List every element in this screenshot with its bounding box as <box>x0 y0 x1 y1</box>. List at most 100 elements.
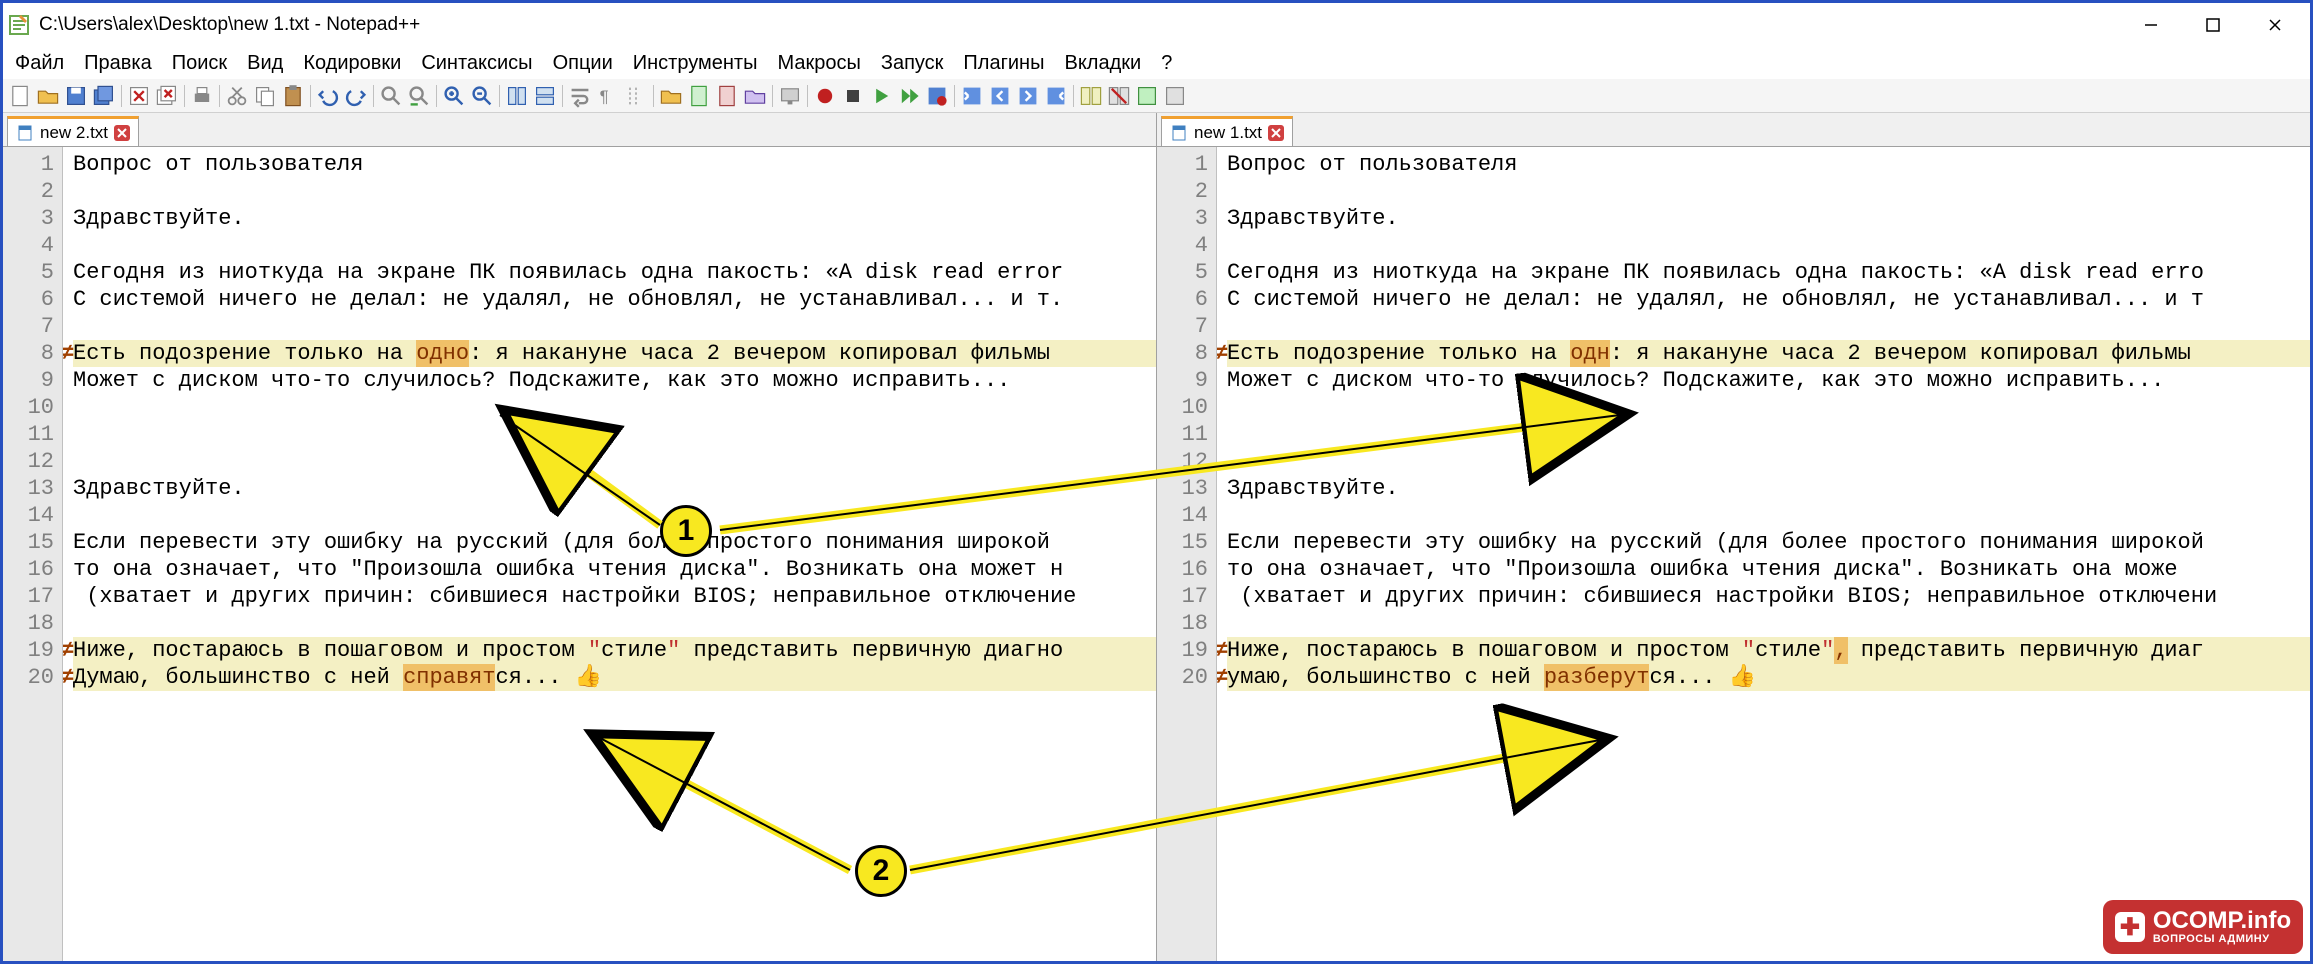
menu-search[interactable]: Поиск <box>164 50 235 77</box>
doc-map-button[interactable] <box>686 83 712 109</box>
menu-macro[interactable]: Макросы <box>769 50 868 77</box>
print-button[interactable] <box>189 83 215 109</box>
code-line[interactable]: ≠Есть подозрение только на одн: я накану… <box>1227 340 2310 367</box>
editor-right[interactable]: 1234567891011121314151617181920 Вопрос о… <box>1157 147 2310 961</box>
sync-h-button[interactable] <box>532 83 558 109</box>
menu-encoding[interactable]: Кодировки <box>295 50 409 77</box>
close-file-button[interactable] <box>126 83 152 109</box>
compare-button[interactable] <box>1078 83 1104 109</box>
wordwrap-button[interactable] <box>567 83 593 109</box>
compare-last-button[interactable] <box>1043 83 1069 109</box>
code-line[interactable]: Вопрос от пользователя <box>1227 151 2310 178</box>
undo-button[interactable] <box>315 83 341 109</box>
cut-button[interactable] <box>224 83 250 109</box>
code-line[interactable]: Сегодня из ниоткуда на экране ПК появила… <box>73 259 1156 286</box>
stop-macro-button[interactable] <box>840 83 866 109</box>
code-line[interactable]: ≠Думаю, большинство с ней справятся... 👍 <box>73 664 1156 691</box>
tab-right[interactable]: new 1.txt <box>1161 116 1293 146</box>
function-list-button[interactable] <box>714 83 740 109</box>
code-line[interactable] <box>73 313 1156 340</box>
show-all-chars-button[interactable]: ¶ <box>595 83 621 109</box>
code-line[interactable] <box>73 421 1156 448</box>
code-line[interactable] <box>1227 421 2310 448</box>
code-line[interactable]: Сегодня из ниоткуда на экране ПК появила… <box>1227 259 2310 286</box>
copy-button[interactable] <box>252 83 278 109</box>
menu-tools[interactable]: Инструменты <box>625 50 766 77</box>
code-line[interactable]: Если перевести эту ошибку на русский (дл… <box>1227 529 2310 556</box>
clear-compare-button[interactable] <box>1106 83 1132 109</box>
code-line[interactable] <box>1227 178 2310 205</box>
code-line[interactable]: ≠Есть подозрение только на одно: я накан… <box>73 340 1156 367</box>
zoom-in-button[interactable] <box>441 83 467 109</box>
code-line[interactable]: Здравствуйте. <box>73 205 1156 232</box>
editor-left[interactable]: 1234567891011121314151617181920 Вопрос о… <box>3 147 1156 961</box>
code-line[interactable]: Вопрос от пользователя <box>73 151 1156 178</box>
code-line[interactable]: ≠умаю, большинство с ней разберутся... 👍 <box>1227 664 2310 691</box>
code-line[interactable] <box>73 232 1156 259</box>
code-line[interactable]: (хватает и других причин: сбившиеся наст… <box>1227 583 2310 610</box>
folder-workspace-button[interactable] <box>742 83 768 109</box>
code-line[interactable] <box>73 178 1156 205</box>
code-line[interactable] <box>73 394 1156 421</box>
code-line[interactable]: ≠Ниже, постараюсь в пошаговом и простом … <box>73 637 1156 664</box>
code-line[interactable] <box>73 610 1156 637</box>
menu-plugins[interactable]: Плагины <box>955 50 1052 77</box>
code-line[interactable]: С системой ничего не делал: не удалял, н… <box>73 286 1156 313</box>
tab-left[interactable]: new 2.txt <box>7 116 139 146</box>
code-line[interactable]: Может с диском что-то случилось? Подскаж… <box>1227 367 2310 394</box>
new-file-button[interactable] <box>7 83 33 109</box>
compare-prev-button[interactable] <box>987 83 1013 109</box>
menu-tabs[interactable]: Вкладки <box>1056 50 1149 77</box>
code-line[interactable]: то она означает, что "Произошла ошибка ч… <box>1227 556 2310 583</box>
code-area[interactable]: Вопрос от пользователя Здравствуйте. Сегод… <box>63 147 1156 961</box>
menu-run[interactable]: Запуск <box>873 50 952 77</box>
save-button[interactable] <box>63 83 89 109</box>
compare-first-button[interactable] <box>959 83 985 109</box>
sync-v-button[interactable] <box>504 83 530 109</box>
code-line[interactable]: Может с диском что-то случилось? Подскаж… <box>73 367 1156 394</box>
menu-view[interactable]: Вид <box>239 50 291 77</box>
code-line[interactable] <box>73 502 1156 529</box>
indent-guide-button[interactable] <box>623 83 649 109</box>
minimize-button[interactable] <box>2120 5 2182 45</box>
tab-close-icon[interactable] <box>114 125 130 141</box>
menu-syntax[interactable]: Синтаксисы <box>413 50 540 77</box>
nav-bar-button[interactable] <box>1134 83 1160 109</box>
code-line[interactable]: (хватает и других причин: сбившиеся наст… <box>73 583 1156 610</box>
menu-help[interactable]: ? <box>1153 50 1180 77</box>
tab-close-icon[interactable] <box>1268 125 1284 141</box>
play-macro-button[interactable] <box>868 83 894 109</box>
code-line[interactable]: ≠Ниже, постараюсь в пошаговом и простом … <box>1227 637 2310 664</box>
code-line[interactable]: Если перевести эту ошибку на русский (дл… <box>73 529 1156 556</box>
save-macro-button[interactable] <box>924 83 950 109</box>
code-line[interactable] <box>1227 232 2310 259</box>
monitor-button[interactable] <box>777 83 803 109</box>
close-all-button[interactable] <box>154 83 180 109</box>
code-line[interactable] <box>1227 502 2310 529</box>
code-line[interactable]: С системой ничего не делал: не удалял, н… <box>1227 286 2310 313</box>
menu-file[interactable]: Файл <box>7 50 72 77</box>
code-line[interactable]: Здравствуйте. <box>73 475 1156 502</box>
redo-button[interactable] <box>343 83 369 109</box>
compare-next-button[interactable] <box>1015 83 1041 109</box>
play-multi-button[interactable] <box>896 83 922 109</box>
record-macro-button[interactable] <box>812 83 838 109</box>
zoom-out-button[interactable] <box>469 83 495 109</box>
code-area[interactable]: Вопрос от пользователя Здравствуйте. Сегод… <box>1217 147 2310 961</box>
open-file-button[interactable] <box>35 83 61 109</box>
folder-view-button[interactable] <box>658 83 684 109</box>
save-all-button[interactable] <box>91 83 117 109</box>
code-line[interactable] <box>1227 313 2310 340</box>
paste-button[interactable] <box>280 83 306 109</box>
code-line[interactable]: Здравствуйте. <box>1227 205 2310 232</box>
menu-options[interactable]: Опции <box>545 50 621 77</box>
code-line[interactable]: Здравствуйте. <box>1227 475 2310 502</box>
code-line[interactable] <box>1227 448 2310 475</box>
close-button[interactable] <box>2244 5 2306 45</box>
code-line[interactable] <box>1227 610 2310 637</box>
find-button[interactable] <box>378 83 404 109</box>
menu-edit[interactable]: Правка <box>76 50 160 77</box>
replace-button[interactable] <box>406 83 432 109</box>
code-line[interactable]: то она означает, что "Произошла ошибка ч… <box>73 556 1156 583</box>
maximize-button[interactable] <box>2182 5 2244 45</box>
